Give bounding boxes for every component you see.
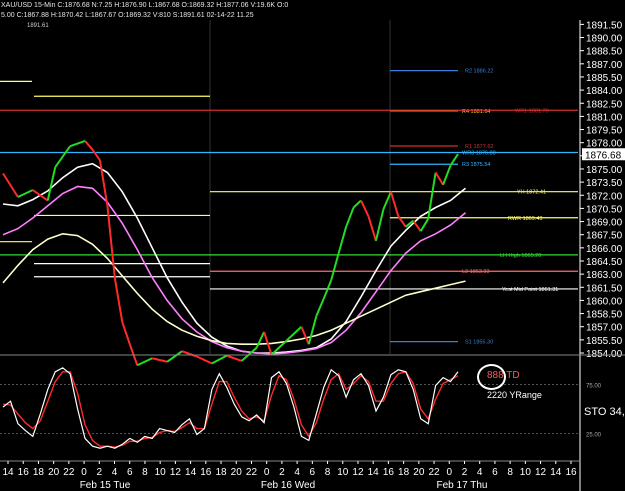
chart-header: XAU/USD 15-Min C:1876.68 N:7.25 H:1876.9…: [0, 0, 580, 20]
x-tick-label: 18: [215, 467, 227, 478]
x-tick-label: 22: [428, 467, 440, 478]
y-tick-label: 1857.00: [586, 323, 623, 334]
y-tick-label: 1863.00: [586, 270, 623, 281]
x-tick-label: 14: [550, 467, 562, 478]
y-tick-label: 1860.00: [586, 296, 623, 307]
y-tick-label: 1888.50: [586, 47, 623, 58]
y-tick-label: 1881.00: [586, 112, 623, 123]
pivot-level-label: S1 1855.30: [465, 340, 493, 346]
date-label: Feb 16 Wed: [261, 480, 315, 491]
y-tick-label: 1890.00: [586, 34, 623, 45]
pivot-level-label: L3 1863.33: [462, 269, 490, 275]
x-tick-label: 12: [170, 467, 182, 478]
date-label: Feb 15 Tue: [80, 480, 131, 491]
last-price-marker: 1876.68: [582, 148, 625, 161]
x-tick-label: 14: [368, 467, 380, 478]
x-tick-label: 10: [155, 467, 167, 478]
y-tick-label: 1884.00: [586, 86, 623, 97]
x-tick-label: 6: [310, 467, 316, 478]
x-tick-label: 6: [492, 467, 498, 478]
y-tick-label: 1872.00: [586, 191, 623, 202]
y-tick-label: 1861.50: [586, 283, 623, 294]
x-tick-label: 2: [279, 467, 285, 478]
header-detail-line: 5.00 C:1867.88 H:1870.42 L:1867.67 O:186…: [1, 12, 254, 19]
y-tick-label: 1887.00: [586, 60, 623, 71]
y-tick-label: 1870.50: [586, 204, 623, 215]
pivot-level-label: R1 1877.62: [465, 144, 493, 150]
x-tick-label: 8: [507, 467, 513, 478]
price-chart: R2 1886.22R4 1881.64 WR1 1881.70R1 1877.6…: [0, 0, 625, 491]
pivot-level-label: R2 1886.22: [465, 69, 493, 75]
x-tick-label: 0: [264, 467, 270, 478]
x-tick-label: 4: [294, 467, 300, 478]
x-tick-label: 16: [18, 467, 30, 478]
pivot-level-label: R3 1875.54: [462, 162, 490, 168]
x-tick-label: 16: [565, 467, 577, 478]
y-tick-label: 1875.00: [586, 165, 623, 176]
x-tick-label: 18: [33, 467, 45, 478]
stochastic-readout: STO 34,: [584, 406, 625, 418]
y-tick-label: 1885.50: [586, 73, 623, 84]
date-label: Feb 17 Thu: [437, 480, 488, 491]
pivot-level-label: YH 1872.41: [517, 190, 546, 196]
pivot-level-label: WR1 1881.70: [515, 108, 549, 114]
x-tick-label: 12: [352, 467, 364, 478]
x-tick-label: 4: [112, 467, 118, 478]
y-tick-label: 1869.00: [586, 218, 623, 229]
x-tick-label: 8: [325, 467, 331, 478]
x-tick-label: 20: [48, 467, 60, 478]
y-tick-label: 1879.50: [586, 126, 623, 137]
x-tick-label: 22: [63, 467, 75, 478]
x-tick-label: 0: [81, 467, 87, 478]
last-price-value: 1876.68: [585, 150, 622, 161]
x-tick-label: 2: [97, 467, 103, 478]
y-tick-label: 1878.00: [586, 139, 623, 150]
y-tick-label: 1873.50: [586, 178, 623, 189]
y-tick-label: 1882.50: [586, 99, 623, 110]
y-tick-label: 1866.00: [586, 244, 623, 255]
x-tick-label: 10: [337, 467, 349, 478]
x-tick-label: 4: [477, 467, 483, 478]
x-tick-label: 8: [142, 467, 148, 478]
x-tick-label: 18: [398, 467, 410, 478]
x-tick-label: 14: [2, 467, 14, 478]
x-tick-label: 22: [246, 467, 258, 478]
x-tick-label: 20: [231, 467, 243, 478]
y-tick-label: 1858.50: [586, 310, 623, 321]
stochastic-label: STO: [584, 406, 607, 418]
x-tick-label: 16: [383, 467, 395, 478]
stochastic-tick-label: 25.00: [586, 433, 602, 439]
td-annotation: 888 TD: [487, 370, 520, 381]
yrange-annotation: 2220 YRange: [487, 390, 542, 400]
x-tick-label: 12: [535, 467, 547, 478]
x-tick-label: 2: [462, 467, 468, 478]
pivot-level-label: LH High 1865.20: [500, 253, 541, 259]
session-high-label: 1891.61: [27, 23, 49, 29]
x-tick-label: 0: [446, 467, 452, 478]
x-tick-label: 6: [127, 467, 133, 478]
pivot-level-label: RWR 1869.43: [508, 216, 542, 222]
pivot-level-label: WR3 1876.88: [462, 150, 496, 156]
y-tick-label: 1864.50: [586, 257, 623, 268]
stochastic-value: 34,: [609, 406, 625, 418]
x-tick-label: 20: [413, 467, 425, 478]
y-tick-label: 1867.50: [586, 231, 623, 242]
x-tick-label: 10: [520, 467, 532, 478]
x-tick-label: 16: [200, 467, 212, 478]
y-tick-label: 1855.50: [586, 336, 623, 347]
header-quote-line: XAU/USD 15-Min C:1876.68 N:7.25 H:1876.9…: [1, 2, 289, 9]
y-tick-label: 1891.50: [586, 20, 623, 31]
pivot-level-label: Yest Mid Point 1861.31: [502, 287, 558, 293]
x-tick-label: 14: [185, 467, 197, 478]
stochastic-tick-label: 75.00: [586, 384, 602, 390]
